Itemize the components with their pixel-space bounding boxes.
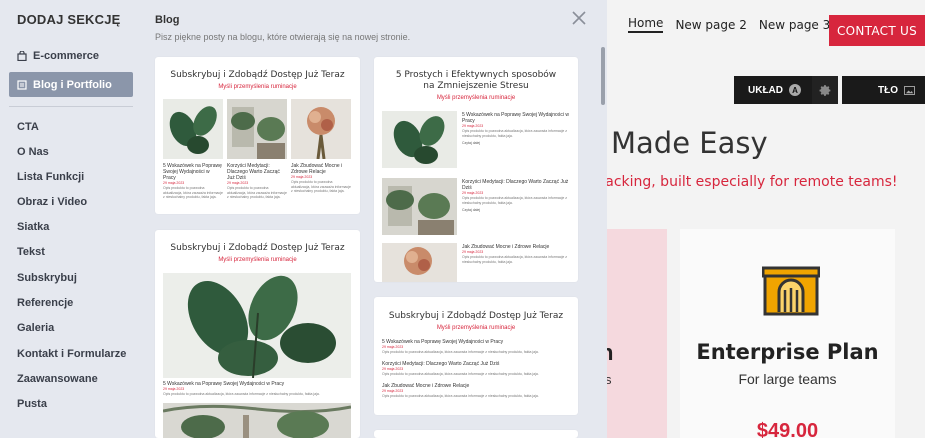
read-more-link: Czytaj dalej [462,141,481,145]
panel-description: Pisz piękne posty na blogu, które otwier… [155,32,411,42]
bag-icon [17,51,27,61]
sidebar-item-o-nas[interactable]: O Nas [17,146,49,158]
post-image-plant-large [163,273,351,378]
add-section-overlay: DODAJ SEKCJĘ E-commerce Blog i Portfolio… [0,0,607,438]
post-body: Opis produktu to pozwolna aktualizacja, … [291,180,351,193]
post-body: Opis produktu to pozwolna aktualizacja, … [382,372,539,376]
post-item: Jak Zbudować Mocne i Zdrowe Relacje 29 m… [382,383,570,399]
post-item: 5 Wskazówek na Poprawę Swojej Wydajności… [462,112,570,146]
template-card-blog-2[interactable]: 5 Prostych i Efektywnych sposobów na Zmn… [374,57,578,282]
sidebar-item-siatka[interactable]: Siatka [17,221,49,233]
post-item: Korzyści Medytacji: Dlaczego Warto Zaczą… [462,179,570,213]
sidebar-item-kontakt-i-formularze[interactable]: Kontakt i Formularze [17,348,126,360]
post-image-room [382,178,457,235]
post-image-flowers [382,243,457,282]
post-body: Opis produktu to pozwolna aktualizacja, … [462,255,568,264]
settings-button[interactable] [812,76,838,104]
template-card-blog-5[interactable] [374,430,578,438]
gear-icon [819,84,830,96]
sidebar-item-label: E-commerce [33,50,100,62]
plan-price: $49.00 [756,420,819,438]
post-item: Korzyści Medytacji: Dlaczego Warto Zaczą… [382,361,570,377]
sidebar-title: DODAJ SEKCJĘ [17,12,121,27]
sidebar-item-lista-funkcji[interactable]: Lista Funkcji [17,171,84,183]
post-image-plant [163,99,223,159]
template-subtitle: Myśli przemyślenia ruminacje [218,84,297,90]
pricing-card-enterprise [680,229,895,438]
sidebar-item-tekst[interactable]: Tekst [17,246,45,258]
post-item: 5 Wskazówek na Poprawę Swojej Wydajności… [163,381,351,397]
panel-title: Blog [155,14,180,26]
template-title: 5 Prostych i Efektywnych sposobów na Zmn… [395,70,557,91]
post-image-plant [382,111,457,168]
section-category-sidebar: DODAJ SEKCJĘ E-commerce Blog i Portfolio… [0,0,140,438]
layout-badge: A [789,84,801,96]
sidebar-item-zaawansowane[interactable]: Zaawansowane [17,373,98,385]
sidebar-item-obraz-i-video[interactable]: Obraz i Video [17,196,87,208]
post-title: 5 Wskazówek na Poprawę Swojej Wydajności… [163,163,222,181]
post-image-room-large [163,403,351,438]
background-button-label: TŁO [878,84,898,96]
template-subtitle: Myśli przemyślenia ruminacje [218,257,297,263]
template-card-blog-3[interactable]: Subskrybuj i Zdobądź Dostęp Już Teraz My… [155,230,360,438]
template-subtitle: Myśli przemyślenia ruminacje [436,95,516,101]
sidebar-item-pusta[interactable]: Pusta [17,398,47,410]
sidebar-divider [9,106,133,107]
nav-new-page-3[interactable]: New page 3 [759,18,830,32]
template-title: Subskrybuj i Zdobądź Dostęp Już Teraz [170,243,345,253]
post-item: 5 Wskazówek na Poprawę Swojej Wydajności… [382,339,570,355]
building-icon [762,266,820,316]
panel-scrollbar-thumb[interactable] [601,47,605,105]
read-more-link: Czytaj dalej [462,208,481,212]
post-title: 5 Wskazówek na Poprawę Swojej Wydajności… [462,112,569,124]
post-body: Opis produktu to pozwolna aktualizacja, … [227,186,287,199]
hero-subtitle: tracking, built especially for remote te… [594,174,898,190]
post-body: Opis produktu to pozwolna aktualizacja, … [163,186,223,199]
post-body: Opis produktu to pozwolna aktualizacja, … [462,196,568,205]
template-panel: Blog Pisz piękne posty na blogu, które o… [140,0,607,438]
template-subtitle: Myśli przemyślenia ruminacje [436,325,516,331]
post-image-room [227,99,287,159]
post-body: Opis produktu to pozwolna aktualizacja, … [462,129,568,138]
post-item: Jak Zbudować Mocne i Zdrowe Relacje 29 m… [291,163,351,194]
sidebar-item-ecommerce[interactable]: E-commerce [17,50,99,62]
post-image-flowers [291,99,351,159]
sidebar-item-blog-portfolio[interactable]: Blog i Portfolio [9,72,133,97]
sidebar-item-subskrybuj[interactable]: Subskrybuj [17,272,77,284]
site-nav: Home New page 2 New page 3 [628,16,830,33]
post-item: 5 Wskazówek na Poprawę Swojej Wydajności… [163,163,223,200]
background-button[interactable]: TŁO [842,76,925,104]
template-title: Subskrybuj i Zdobądź Dostęp Już Teraz [388,311,564,321]
hero-title: Made Easy [611,126,768,160]
post-body: Opis produktu to pozwolna aktualizacja, … [382,394,539,398]
post-title: Korzyści Medytacji: Dlaczego Warto Zaczą… [462,179,569,191]
plan-subtitle: For large teams [738,371,837,387]
layout-button-label: UKŁAD [748,84,783,96]
image-icon [904,85,915,95]
post-body: Opis produktu to pozwolna aktualizacja, … [382,350,539,354]
post-item: Jak Zbudować Mocne i Zdrowe Relacje 29 m… [462,244,570,264]
template-card-blog-1[interactable]: Subskrybuj i Zdobądź Dostęp Już Teraz My… [155,57,360,214]
template-card-blog-4[interactable]: Subskrybuj i Zdobądź Dostęp Już Teraz My… [374,297,578,415]
post-title: Jak Zbudować Mocne i Zdrowe Relacje [291,163,343,175]
blog-icon [17,79,27,90]
post-item: Korzyści Medytacji: Dlaczego Warto Zaczą… [227,163,287,200]
post-body: Opis produktu to pozwolna aktualizacja, … [163,392,320,396]
plan-name: Enterprise Plan [696,340,879,364]
nav-home[interactable]: Home [628,16,664,33]
contact-us-button[interactable]: CONTACT US [829,15,925,46]
template-title: Subskrybuj i Zdobądź Dostęp Już Teraz [170,70,345,80]
sidebar-item-referencje[interactable]: Referencje [17,297,73,309]
sidebar-item-galeria[interactable]: Galeria [17,322,54,334]
nav-new-page-2[interactable]: New page 2 [675,18,746,32]
sidebar-item-label: Blog i Portfolio [33,78,112,91]
post-title: Korzyści Medytacji: Dlaczego Warto Zaczą… [227,163,280,181]
close-icon[interactable] [570,9,588,27]
sidebar-item-cta[interactable]: CTA [17,121,39,133]
